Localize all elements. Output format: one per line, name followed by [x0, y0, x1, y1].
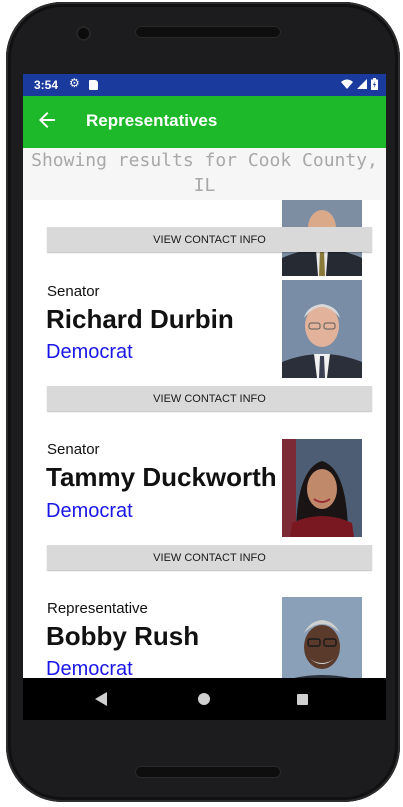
home-circle-icon[interactable]	[198, 693, 210, 705]
representative-party: Democrat	[46, 500, 133, 522]
top-speaker	[135, 26, 281, 38]
representative-party: Democrat	[46, 658, 133, 678]
system-nav-bar	[23, 678, 386, 720]
representatives-list[interactable]: VIEW CONTACT INFO Senator Richard Durbin…	[23, 200, 386, 678]
gear-icon: ⚙	[69, 76, 80, 90]
page-title: Representatives	[86, 111, 218, 130]
representative-office: Representative	[47, 600, 148, 617]
front-camera	[78, 28, 89, 39]
wifi-icon	[341, 79, 353, 89]
cell-signal-icon	[357, 79, 367, 89]
representative-photo	[282, 439, 362, 537]
representative-name: Tammy Duckworth	[46, 462, 277, 492]
view-contact-info-button[interactable]: VIEW CONTACT INFO	[47, 386, 372, 411]
representative-name: Richard Durbin	[46, 304, 234, 334]
battery-icon	[371, 78, 378, 90]
status-right-icons	[341, 78, 378, 90]
sd-card-icon	[89, 80, 98, 90]
representative-name: Bobby Rush	[46, 621, 200, 651]
status-time: 3:54	[34, 78, 59, 92]
view-contact-info-button[interactable]: VIEW CONTACT INFO	[47, 545, 372, 570]
status-bar: 3:54 ⚙	[23, 74, 386, 96]
back-triangle-icon[interactable]	[95, 692, 107, 706]
representative-party: Democrat	[46, 341, 133, 363]
representative-office: Senator	[47, 283, 100, 300]
recents-square-icon[interactable]	[297, 694, 308, 705]
location-header: Showing results for Cook County, IL	[23, 148, 386, 200]
phone-screen: 3:54 ⚙ Representatives Showing results f…	[23, 74, 386, 720]
view-contact-info-button[interactable]: VIEW CONTACT INFO	[47, 227, 372, 252]
representative-office: Senator	[47, 441, 100, 458]
bottom-speaker	[135, 766, 281, 778]
arrow-left-icon[interactable]	[35, 108, 59, 132]
app-bar: Representatives	[23, 96, 386, 148]
representative-photo	[282, 597, 362, 678]
representative-photo	[282, 280, 362, 378]
